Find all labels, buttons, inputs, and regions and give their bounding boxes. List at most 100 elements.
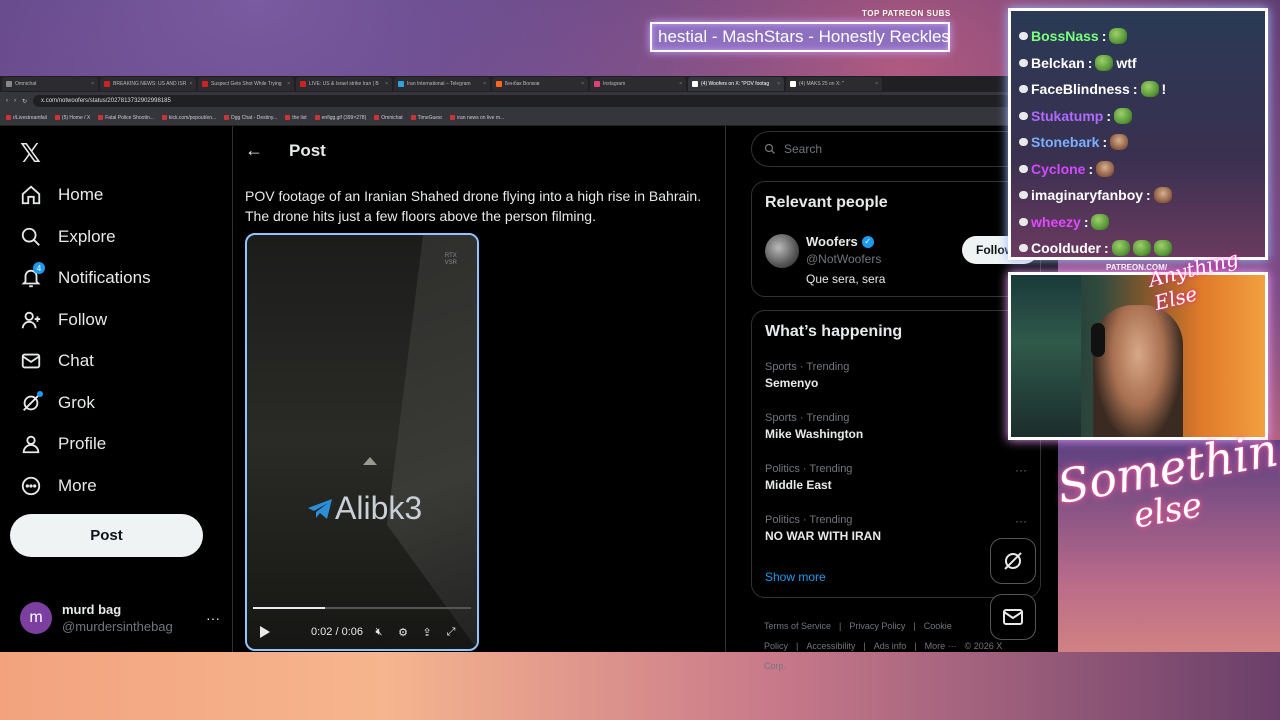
close-tab-icon[interactable]: × [483, 81, 486, 87]
chat-username: Stonebark [1031, 134, 1100, 151]
close-tab-icon[interactable]: × [777, 81, 780, 87]
back-arrow-icon[interactable]: ← [245, 140, 263, 161]
bookmark-item[interactable]: r/Livestreamfail [6, 115, 47, 121]
account-switcher[interactable]: m murd bag @murdersinthebag ··· [20, 598, 220, 638]
chat-username: Cyclone [1031, 160, 1086, 177]
frog-emote-icon [1132, 240, 1151, 257]
home-icon [20, 184, 42, 206]
nav-notifications[interactable]: 4 Notifications [20, 262, 151, 289]
footer-link[interactable]: Privacy Policy [849, 621, 905, 631]
close-tab-icon[interactable]: × [189, 81, 192, 87]
chat-bubble-icon [1019, 138, 1028, 147]
avatar[interactable] [765, 234, 799, 268]
bookmark-label: TimeGuesr [417, 114, 443, 121]
bookmark-favicon-icon [6, 115, 11, 120]
footer-link[interactable]: More ··· [925, 641, 957, 651]
tab-favicon-icon [790, 81, 796, 87]
post-button[interactable]: Post [10, 514, 203, 557]
x-logo-icon[interactable]: 𝕏 [20, 138, 41, 169]
chat-message: Stonebark: [1019, 129, 1257, 156]
browser-tab[interactable]: BREAKING NEWS: US AND ISR × [100, 77, 196, 91]
grok-float-button[interactable] [990, 538, 1036, 584]
forward-nav-icon[interactable]: › [14, 98, 16, 104]
bookmark-favicon-icon [374, 115, 380, 120]
video-player[interactable]: RTX VSR Alibk3 0:02 / 0:06 🔇︎ ⚙ ⇪ ⤢ [245, 233, 479, 651]
bookmark-item[interactable]: TimeGuesr [410, 114, 443, 121]
nav-chat[interactable]: Chat [20, 350, 94, 372]
back-nav-icon[interactable]: ‹ [6, 98, 8, 104]
browser-tab[interactable]: (4) MAKS 25 on X: " × [786, 77, 882, 91]
nav-profile[interactable]: Profile [20, 433, 106, 455]
whats-happening-title: What’s happening [765, 323, 903, 340]
bookmark-item[interactable]: Omnichat [374, 114, 403, 121]
close-tab-icon[interactable]: × [581, 81, 584, 87]
person-bio: Que sera, sera [806, 272, 886, 286]
bookmark-label: Fatal Police Shootin... [105, 114, 154, 121]
frog-emote-icon [1111, 240, 1130, 257]
trend-category: Politics · Trending [765, 463, 853, 475]
play-icon[interactable] [257, 625, 273, 639]
nav-follow[interactable]: Follow [20, 309, 107, 331]
settings-gear-icon[interactable]: ⚙ [395, 625, 411, 639]
bookmark-item[interactable]: kick.com/popout/en... [161, 115, 216, 121]
person-name[interactable]: Woofers ✓ [806, 234, 874, 249]
browser-tab[interactable]: Omnichat × [2, 77, 98, 91]
browser-tab[interactable]: Suspect Gets Shot While Trying × [198, 77, 294, 91]
tab-label: Suspect Gets Shot While Trying [211, 81, 282, 87]
chat-username: BossNass [1031, 28, 1099, 45]
bookmark-label: Dgg Chat - Destiny... [231, 114, 278, 121]
trend-item[interactable]: Politics · Trending Middle East ··· [765, 463, 1035, 492]
nav-more[interactable]: More [20, 475, 97, 497]
close-tab-icon[interactable]: × [287, 81, 290, 87]
close-tab-icon[interactable]: × [875, 81, 878, 87]
bookmark-item[interactable]: (5) Home / X [54, 115, 90, 121]
show-more-link[interactable]: Show more [765, 570, 826, 584]
nav-home[interactable]: Home [20, 184, 103, 206]
bookmark-item[interactable]: Fatal Police Shootin... [98, 115, 154, 121]
account-more-icon[interactable]: ··· [206, 610, 220, 626]
mute-icon[interactable]: 🔇︎ [371, 625, 387, 639]
bookmark-item[interactable]: the list [285, 115, 307, 121]
reload-icon[interactable]: ↻ [22, 98, 27, 105]
bookmark-item[interactable]: iran news on live m... [450, 115, 504, 121]
chat-colon: : [1088, 160, 1094, 177]
bookmark-label: enfigg.gif (399×278) [321, 114, 367, 121]
chat-username: wheezy [1031, 213, 1081, 230]
nav-follow-label: Follow [58, 310, 108, 329]
drone-shape [363, 457, 377, 465]
browser-tab[interactable]: Instagram × [590, 77, 686, 91]
footer-divider: | [796, 641, 799, 651]
close-tab-icon[interactable]: × [385, 81, 388, 87]
chat-colon: : [1104, 240, 1109, 257]
footer-link[interactable]: Accessibility [806, 641, 855, 651]
tab-label: BREAKING NEWS: US AND ISR [113, 81, 187, 87]
browser-tab[interactable]: LIVE: US & Israel strike Iran | B × [296, 77, 392, 91]
video-building-shade [387, 235, 477, 649]
trend-more-icon[interactable]: ··· [1015, 514, 1027, 528]
trend-item[interactable]: Sports · Trending Mike Washington [765, 412, 1035, 441]
messages-float-button[interactable] [990, 594, 1036, 640]
trend-more-icon[interactable]: ··· [1015, 463, 1027, 477]
trend-item[interactable]: Politics · Trending NO WAR WITH IRAN ··· [765, 514, 1035, 543]
browser-tab[interactable]: Iran International – Telegram × [394, 77, 490, 91]
close-tab-icon[interactable]: × [679, 81, 682, 87]
browser-tab[interactable]: (4) Woofers on X: "POV footag × [688, 77, 784, 91]
browser-tab[interactable]: Бенбак Волков × [492, 77, 588, 91]
nav-grok[interactable]: Grok [20, 391, 95, 414]
footer-link[interactable]: Terms of Service [764, 621, 831, 631]
footer-link[interactable]: Ads info [874, 641, 907, 651]
bookmark-item[interactable]: enfigg.gif (399×278) [314, 114, 367, 121]
url-field[interactable]: x.com/notwoofers/status/2027813732902998… [33, 95, 1040, 107]
close-tab-icon[interactable]: × [91, 81, 94, 87]
share-icon[interactable]: ⇪ [419, 625, 435, 639]
fullscreen-icon[interactable]: ⤢ [443, 625, 459, 639]
chat-username: Stukatump [1031, 107, 1104, 124]
video-progress-bar[interactable] [253, 607, 471, 609]
rtx-vsr-label: RTX VSR [445, 253, 457, 267]
grok-icon [20, 391, 43, 414]
nav-explore[interactable]: Explore [20, 226, 116, 248]
trend-item[interactable]: Sports · Trending Semenyo [765, 361, 1035, 390]
bookmark-item[interactable]: Dgg Chat - Destiny... [224, 115, 277, 121]
search-input[interactable]: Search [751, 131, 1041, 167]
bookmark-label: Omnichat [381, 114, 403, 121]
